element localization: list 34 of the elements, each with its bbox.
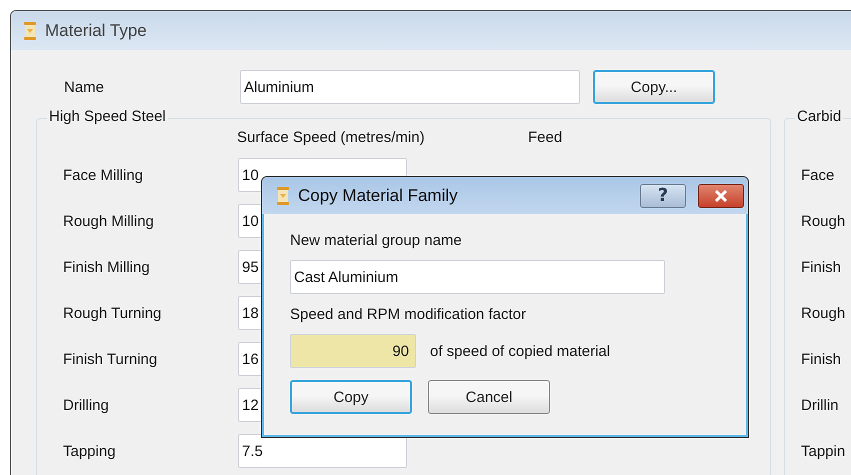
row-label: Face Milling [63, 166, 144, 184]
row-label: Face [801, 166, 836, 184]
copy-button[interactable]: Copy... [593, 70, 715, 104]
cancel-button[interactable]: Cancel [428, 380, 550, 414]
row-label: Rough [801, 304, 846, 322]
row-label: Drilling [63, 396, 110, 414]
field-label: Speed and RPM modification factor [290, 306, 527, 325]
group-name-field[interactable]: Cast Aluminium [290, 260, 665, 294]
row-label: Finish Milling [63, 258, 151, 276]
factor-suffix: of speed of copied material [430, 342, 610, 360]
factor-field[interactable]: 90 [290, 334, 416, 368]
close-icon [714, 190, 728, 202]
row-label: Drillin [801, 396, 840, 414]
row-label: Rough Milling [63, 212, 155, 230]
row-label: Finish [801, 350, 842, 368]
group-title: High Speed Steel [47, 108, 168, 125]
row-label: Finish Turning [63, 350, 158, 368]
field-label: New material group name [290, 232, 463, 251]
column-header: Feed [528, 129, 564, 148]
row-label: Rough [801, 212, 846, 230]
help-button[interactable]: ? [640, 184, 686, 208]
row-label: Tapping [63, 442, 117, 460]
field-label: Name [63, 78, 106, 96]
close-button[interactable] [698, 184, 744, 208]
row-label: Rough Turning [63, 304, 162, 322]
row-label: Finish [801, 258, 842, 276]
copy-button[interactable]: Copy [290, 380, 412, 414]
window-title: Material Type [45, 20, 147, 40]
jar-icon [276, 186, 290, 206]
speed-field[interactable]: 7.5 [238, 434, 407, 468]
name-field[interactable]: Aluminium [240, 70, 580, 104]
column-header: Surface Speed (metres/min) [237, 129, 426, 148]
jar-icon [23, 20, 37, 40]
row-label: Tappin [801, 442, 846, 460]
